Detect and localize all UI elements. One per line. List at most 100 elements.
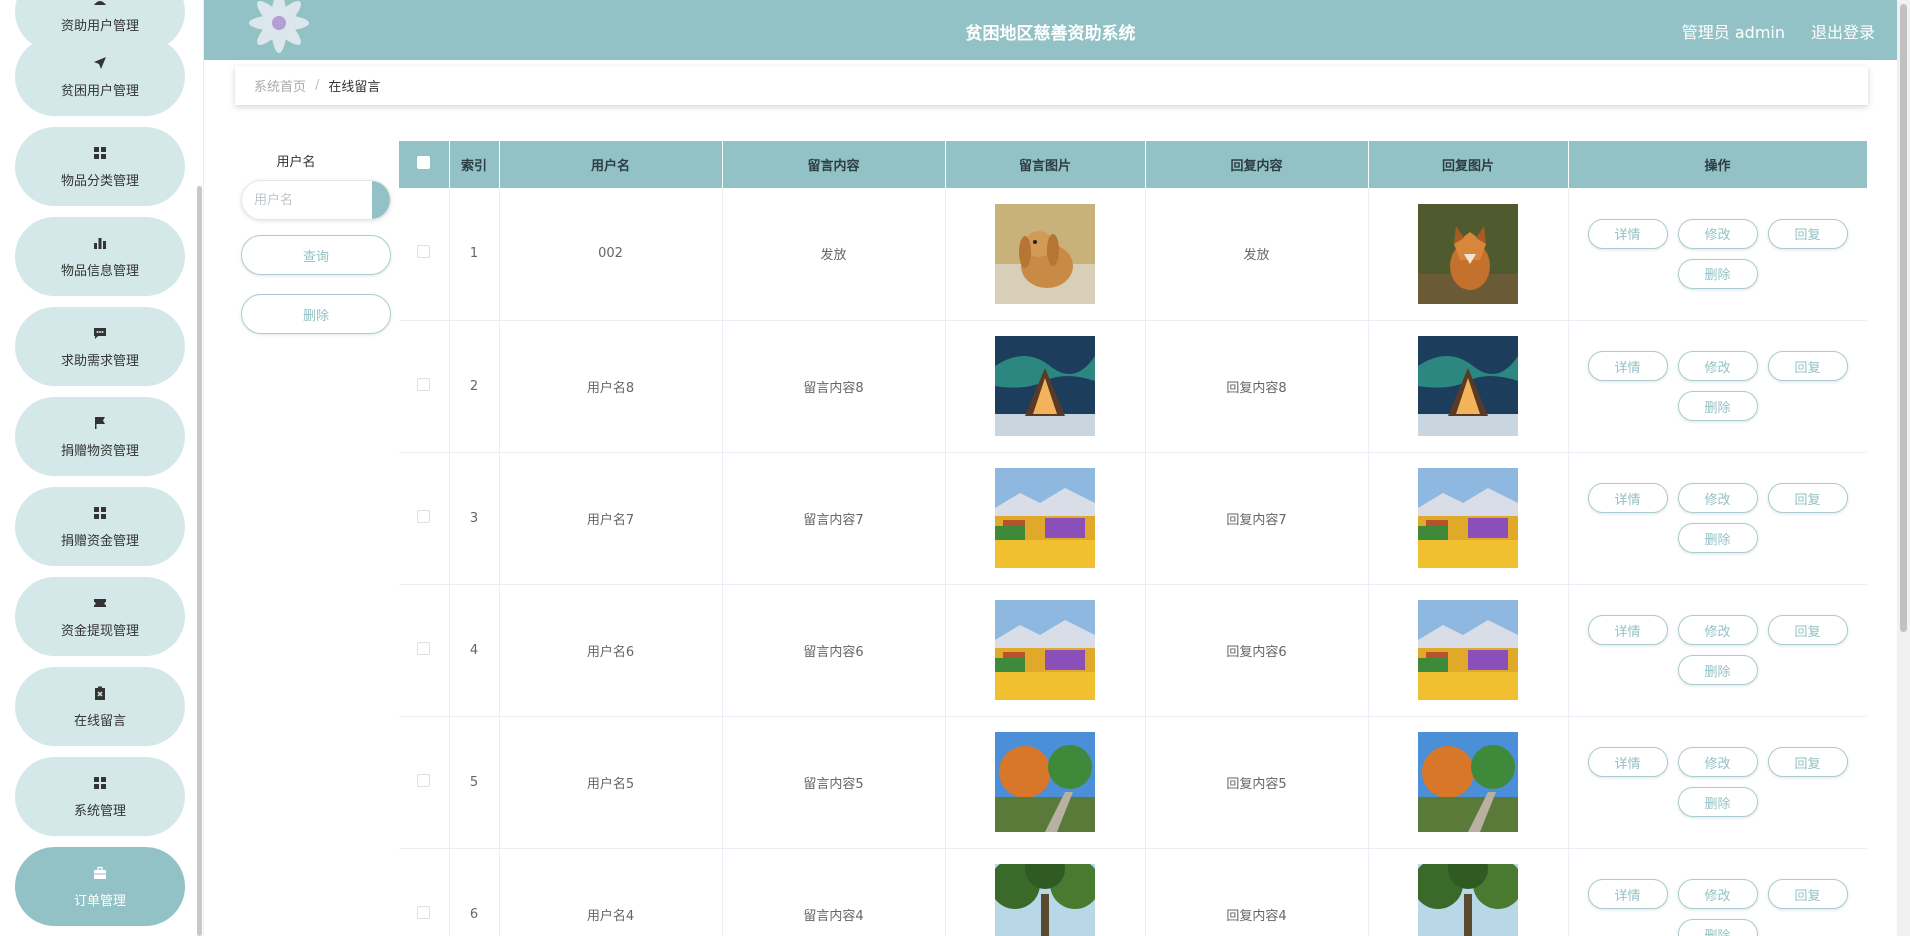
edit-button[interactable]: 修改 <box>1677 879 1758 909</box>
message-cell: 留言内容8 <box>722 320 946 453</box>
edit-button[interactable]: 修改 <box>1677 747 1758 777</box>
row-checkbox[interactable] <box>417 509 431 523</box>
page-scrollbar-thumb[interactable] <box>1900 4 1907 632</box>
detail-button[interactable]: 详情 <box>1587 483 1668 513</box>
flower-field-painting[interactable] <box>995 468 1095 568</box>
grid-icon <box>92 505 108 521</box>
column-header-reply-image[interactable]: 回复图片 <box>1368 141 1569 188</box>
username-cell: 用户名5 <box>499 716 723 849</box>
edit-button[interactable]: 修改 <box>1677 351 1758 381</box>
delete-button[interactable]: 删除 <box>1677 919 1758 936</box>
delete-button[interactable]: 删除 <box>1677 258 1758 289</box>
sidebar-item-help-requests[interactable]: 求助需求管理 <box>15 307 185 386</box>
index-cell: 3 <box>449 452 500 585</box>
message-cell: 留言内容6 <box>722 584 946 717</box>
column-header-message[interactable]: 留言内容 <box>722 141 946 188</box>
index-cell: 5 <box>449 716 500 849</box>
row-select-cell <box>399 452 450 585</box>
column-header-index[interactable]: 索引 <box>449 141 500 188</box>
sidebar-scrollbar[interactable] <box>197 186 202 936</box>
column-header-username[interactable]: 用户名 <box>499 141 723 188</box>
sidebar-item-item-category[interactable]: 物品分类管理 <box>15 127 185 206</box>
row-checkbox[interactable] <box>417 905 431 919</box>
reply-button[interactable]: 回复 <box>1767 351 1848 381</box>
message-cell: 发放 <box>722 188 946 321</box>
delete-button[interactable]: 删除 <box>1677 523 1758 553</box>
index-cell: 4 <box>449 584 500 717</box>
reply-button[interactable]: 回复 <box>1767 747 1848 777</box>
flower-field-painting[interactable] <box>995 600 1095 700</box>
select-all-checkbox[interactable] <box>417 156 431 169</box>
reply-image-cell <box>1368 584 1569 717</box>
reply-cell: 回复内容6 <box>1145 584 1369 717</box>
reply-cell: 回复内容5 <box>1145 716 1369 849</box>
actions-cell: 详情 修改 回复 删除 <box>1568 320 1867 453</box>
breadcrumb-home[interactable]: 系统首页 <box>254 76 306 95</box>
breadcrumb: 系统首页 / 在线留言 <box>235 66 1868 105</box>
edit-button[interactable]: 修改 <box>1677 483 1758 513</box>
sidebar-item-poor-users[interactable]: 贫困用户管理 <box>15 37 185 116</box>
detail-button[interactable]: 详情 <box>1587 747 1668 777</box>
sidebar-item-label: 物品信息管理 <box>60 263 139 279</box>
reply-button[interactable]: 回复 <box>1767 879 1848 909</box>
aurora-cabin-photo[interactable] <box>995 336 1095 436</box>
forest-canopy-photo[interactable] <box>1418 864 1518 936</box>
sidebar-item-orders[interactable]: 订单管理 <box>15 847 185 926</box>
sidebar-item-withdrawals[interactable]: 资金提现管理 <box>15 577 185 656</box>
reply-image-cell <box>1368 188 1569 321</box>
row-select-cell <box>399 716 450 849</box>
column-header-message-image[interactable]: 留言图片 <box>945 141 1146 188</box>
row-select-cell <box>399 188 450 321</box>
column-header-actions: 操作 <box>1568 141 1867 188</box>
detail-button[interactable]: 详情 <box>1587 351 1668 381</box>
reply-image-cell <box>1368 716 1569 849</box>
username-cell: 用户名7 <box>499 452 723 585</box>
search-field[interactable] <box>241 180 391 220</box>
aurora-cabin-photo[interactable] <box>1418 336 1518 436</box>
search-input-suffix <box>372 181 390 219</box>
row-select-cell <box>399 848 450 936</box>
delete-button[interactable]: 删除 <box>1677 391 1758 421</box>
sidebar-item-system[interactable]: 系统管理 <box>15 757 185 836</box>
sidebar-item-item-info[interactable]: 物品信息管理 <box>15 217 185 296</box>
sidebar: 资助用户管理 贫困用户管理 物品分类管理 物品信息管理 求助需求管理 捐赠物资管… <box>0 0 204 936</box>
sidebar-item-label: 物品分类管理 <box>60 173 139 189</box>
row-checkbox[interactable] <box>417 773 431 787</box>
autumn-stairs-photo[interactable] <box>1418 732 1518 832</box>
sidebar-item-donated-goods[interactable]: 捐赠物资管理 <box>15 397 185 476</box>
sidebar-item-label: 系统管理 <box>73 803 126 819</box>
query-button[interactable]: 查询 <box>241 235 391 275</box>
fox-photo[interactable] <box>1418 204 1518 304</box>
sidebar-item-label: 资金提现管理 <box>60 623 139 639</box>
delete-button[interactable]: 删除 <box>1677 787 1758 817</box>
row-checkbox[interactable] <box>417 245 431 259</box>
reply-button[interactable]: 回复 <box>1767 483 1848 513</box>
username-search-input[interactable] <box>242 181 357 219</box>
autumn-stairs-photo[interactable] <box>995 732 1095 832</box>
column-header-reply[interactable]: 回复内容 <box>1145 141 1369 188</box>
reply-button[interactable]: 回复 <box>1767 615 1848 645</box>
app-title: 贫困地区慈善资助系统 <box>965 24 1136 44</box>
detail-button[interactable]: 详情 <box>1587 218 1668 249</box>
delete-button[interactable]: 删除 <box>1677 655 1758 685</box>
edit-button[interactable]: 修改 <box>1677 218 1758 249</box>
logout-link[interactable]: 退出登录 <box>1811 19 1875 43</box>
grid-icon <box>92 145 108 161</box>
forest-canopy-photo[interactable] <box>995 864 1095 936</box>
detail-button[interactable]: 详情 <box>1587 879 1668 909</box>
batch-delete-button[interactable]: 删除 <box>241 294 391 334</box>
sidebar-item-messages[interactable]: 在线留言 <box>15 667 185 746</box>
message-image-cell <box>945 188 1146 321</box>
reply-button[interactable]: 回复 <box>1767 218 1848 249</box>
rabbit-photo[interactable] <box>995 204 1095 304</box>
flower-field-painting[interactable] <box>1418 600 1518 700</box>
row-checkbox[interactable] <box>417 377 431 391</box>
flower-field-painting[interactable] <box>1418 468 1518 568</box>
edit-button[interactable]: 修改 <box>1677 615 1758 645</box>
clipboard-icon <box>92 685 108 701</box>
page-scrollbar[interactable] <box>1897 0 1910 936</box>
row-checkbox[interactable] <box>417 641 431 655</box>
detail-button[interactable]: 详情 <box>1587 615 1668 645</box>
sidebar-item-donated-funds[interactable]: 捐赠资金管理 <box>15 487 185 566</box>
sidebar-item-label: 求助需求管理 <box>60 353 139 369</box>
